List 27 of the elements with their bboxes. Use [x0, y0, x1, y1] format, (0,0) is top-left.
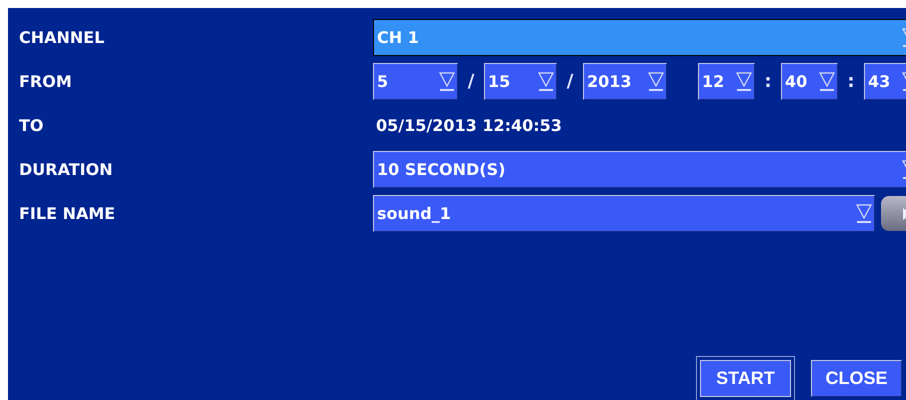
dropdown-field[interactable]: 40: [781, 63, 838, 100]
dropdown-arrow-icon: [819, 70, 835, 92]
dropdown-arrow-icon: [736, 70, 752, 92]
field-label: DURATION: [19, 160, 114, 179]
dropdown-arrow-icon: [439, 70, 455, 92]
date-time-text: 05/15/2013 12:40:53: [375, 116, 562, 135]
dropdown-field[interactable]: 10 SECOND(S): [373, 151, 906, 188]
separator: /: [566, 71, 574, 92]
dropdown-field[interactable]: CH 1: [373, 19, 906, 56]
field-label: TO: [19, 116, 45, 135]
field-label: FILE NAME: [19, 204, 116, 223]
separator: /: [466, 71, 476, 92]
dropdown-field[interactable]: 43: [864, 63, 906, 100]
field-label: FROM: [19, 72, 73, 91]
close-button[interactable]: CLOSE: [810, 360, 902, 397]
dropdown-field[interactable]: 5: [373, 63, 458, 100]
dropdown-field[interactable]: 2013: [583, 63, 667, 100]
dropdown-arrow-icon: [856, 202, 872, 224]
separator: :: [763, 71, 773, 92]
dropdown-field[interactable]: sound_1: [373, 195, 875, 232]
dropdown-arrow-icon: [538, 70, 554, 92]
separator: :: [846, 71, 856, 92]
field-label: CHANNEL: [19, 28, 106, 47]
dropdown-field[interactable]: 15: [484, 63, 557, 100]
start-button[interactable]: START: [696, 356, 795, 400]
dropdown-arrow-icon: [648, 70, 664, 92]
dropdown-field[interactable]: 12: [698, 63, 755, 100]
